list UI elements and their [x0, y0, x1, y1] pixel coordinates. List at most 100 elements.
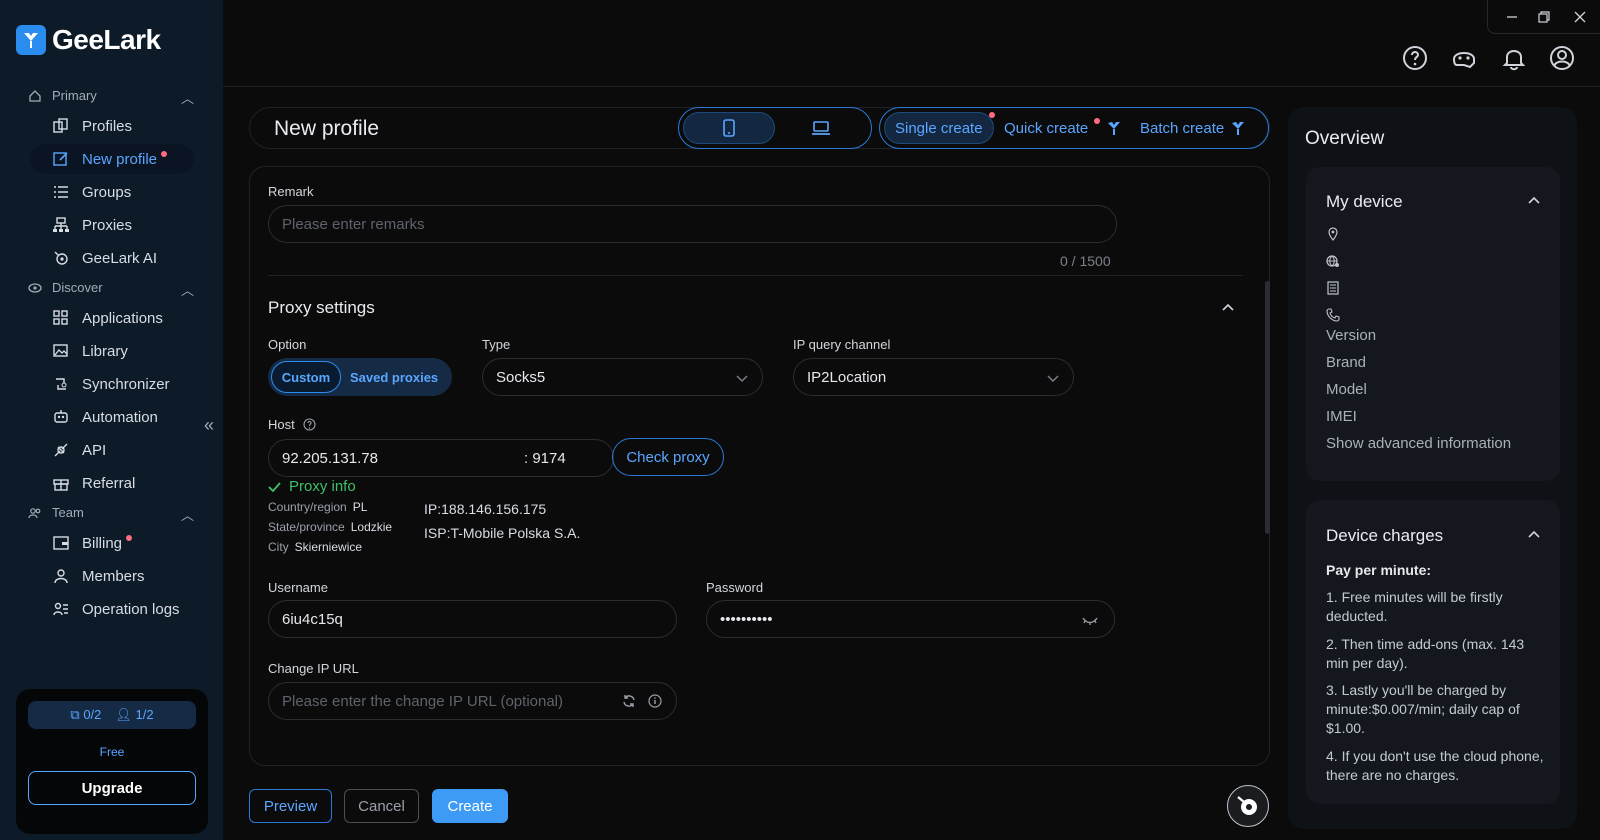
country-label: Country/region [268, 500, 347, 514]
sidebar-item-groups[interactable]: Groups [30, 177, 194, 207]
form-scrollbar[interactable] [1265, 281, 1270, 534]
option-saved-proxies[interactable]: Saved proxies [350, 361, 438, 393]
type-label: Type [482, 337, 511, 352]
api-icon [54, 443, 68, 457]
section-team[interactable]: Team ︿ [28, 505, 194, 523]
host-input[interactable]: 92.205.131.78 : 9174 [268, 439, 614, 477]
city-value: Skierniewice [294, 540, 363, 554]
overview-title: Overview [1305, 128, 1385, 149]
check-icon [268, 481, 281, 492]
sidebar-item-referral[interactable]: Referral [30, 468, 194, 498]
check-proxy-button[interactable]: Check proxy [612, 438, 724, 476]
chevron-up-icon: ︿ [180, 508, 194, 523]
sidebar-item-proxies[interactable]: Proxies [30, 210, 194, 240]
username-value: 6iu4c15q [282, 610, 343, 628]
eye-closed-icon[interactable] [1082, 613, 1098, 630]
sidebar-item-library[interactable]: Library [30, 336, 194, 366]
refresh-icon[interactable] [622, 694, 636, 712]
document-icon [1326, 281, 1340, 295]
logo[interactable]: GeeLark [16, 24, 161, 56]
option-custom[interactable]: Custom [271, 361, 341, 393]
wallet-icon [53, 536, 69, 550]
charge-rule-3: 3. Lastly you'll be charged by minute:$0… [1326, 682, 1520, 736]
type-select[interactable]: Socks5 [482, 358, 763, 396]
password-label: Password [706, 580, 764, 595]
section-discover[interactable]: Discover ︿ [28, 280, 194, 298]
desktop-device-option[interactable] [775, 112, 867, 144]
device-charges-title: Device charges [1326, 526, 1444, 545]
plan-card: ⧉ 0/2 👤︎ 1/2 Free Upgrade [16, 689, 208, 834]
chevron-up-icon[interactable] [1528, 525, 1540, 543]
country-value: PL [352, 500, 368, 514]
ai-assistant-float-button[interactable] [1227, 785, 1269, 827]
collapse-sidebar-icon[interactable]: « [204, 415, 214, 436]
eye-icon [28, 282, 42, 293]
upgrade-button[interactable]: Upgrade [28, 771, 196, 805]
image-icon [53, 344, 68, 357]
remark-counter: 0 / 1500 [1060, 253, 1111, 269]
change-ip-input[interactable]: Please enter the change IP URL (optional… [268, 682, 677, 720]
close-icon[interactable] [1558, 0, 1600, 34]
sidebar-item-automation[interactable]: Automation [30, 402, 194, 432]
show-advanced-info-link[interactable]: Show advanced information [1326, 435, 1511, 452]
sidebar-item-operation-logs[interactable]: Operation logs [30, 594, 194, 624]
section-primary[interactable]: Primary ︿ [28, 88, 194, 106]
sidebar-item-api[interactable]: API [30, 435, 194, 465]
info-icon[interactable] [648, 694, 662, 712]
sidebar-item-profiles[interactable]: Profiles [30, 111, 194, 141]
change-ip-label: Change IP URL [268, 661, 359, 676]
plan-usage: ⧉ 0/2 👤︎ 1/2 [28, 701, 196, 729]
username-input[interactable]: 6iu4c15q [268, 600, 677, 638]
topbar-divider [223, 86, 1600, 87]
list-icon [54, 186, 68, 198]
sidebar-item-label: Referral [82, 474, 136, 492]
bell-icon[interactable] [1501, 45, 1527, 71]
section-label: Team [52, 505, 84, 520]
sidebar-item-label: Automation [82, 408, 158, 426]
user-icon[interactable] [1549, 45, 1575, 71]
charge-rule-4: 4. If you don't use the cloud phone, the… [1326, 748, 1544, 783]
cancel-button[interactable]: Cancel [344, 789, 419, 823]
plan-tier: Free [99, 745, 125, 759]
sidebar-item-label: Groups [82, 183, 132, 201]
logs-icon [53, 602, 68, 616]
charges-heading: Pay per minute: [1326, 562, 1432, 578]
tab-single-create[interactable]: Single create [884, 112, 994, 144]
tab-batch-create[interactable]: Batch create [1130, 112, 1256, 144]
sidebar-item-label: Applications [82, 309, 163, 327]
sidebar-item-applications[interactable]: Applications [30, 303, 194, 333]
tab-label: Quick create [1004, 119, 1089, 137]
tab-quick-create[interactable]: Quick create [994, 112, 1132, 144]
chevron-up-icon[interactable] [1528, 191, 1540, 209]
phone-icon [723, 119, 735, 137]
person-icon [54, 569, 68, 584]
sidebar-item-synchronizer[interactable]: Synchronizer [30, 369, 194, 399]
password-input[interactable]: •••••••••• [706, 600, 1115, 638]
proxy-state: State/province Lodzkie [268, 520, 392, 534]
proxy-settings-title: Proxy settings [268, 298, 375, 317]
create-button[interactable]: Create [432, 789, 508, 823]
ip-query-value: IP2Location [807, 368, 887, 386]
sidebar-item-label: Proxies [82, 216, 133, 234]
help-icon[interactable] [1402, 45, 1428, 71]
sidebar-item-geelark-ai[interactable]: GeeLark AI [30, 243, 194, 273]
help-icon[interactable] [303, 418, 316, 431]
chevron-up-icon: ︿ [180, 91, 194, 106]
remark-input[interactable]: Please enter remarks [268, 205, 1117, 243]
sidebar-item-billing[interactable]: Billing [30, 528, 194, 558]
sidebar-item-members[interactable]: Members [30, 561, 194, 591]
port-value[interactable]: : 9174 [524, 450, 566, 467]
notification-dot [161, 151, 168, 157]
remark-placeholder: Please enter remarks [282, 215, 425, 233]
network-icon [53, 217, 69, 232]
sidebar-item-label: Library [82, 342, 128, 360]
preview-button[interactable]: Preview [249, 789, 332, 823]
proxy-city: City Skierniewice [268, 540, 362, 554]
assistant-icon[interactable] [1451, 45, 1477, 71]
my-device-title: My device [1326, 192, 1403, 211]
sidebar-item-new-profile[interactable]: New profile [30, 144, 194, 174]
phone-device-option[interactable] [683, 112, 775, 144]
chevron-up-icon[interactable] [1222, 298, 1234, 316]
ip-query-select[interactable]: IP2Location [793, 358, 1074, 396]
app-name: GeeLark [52, 24, 161, 55]
